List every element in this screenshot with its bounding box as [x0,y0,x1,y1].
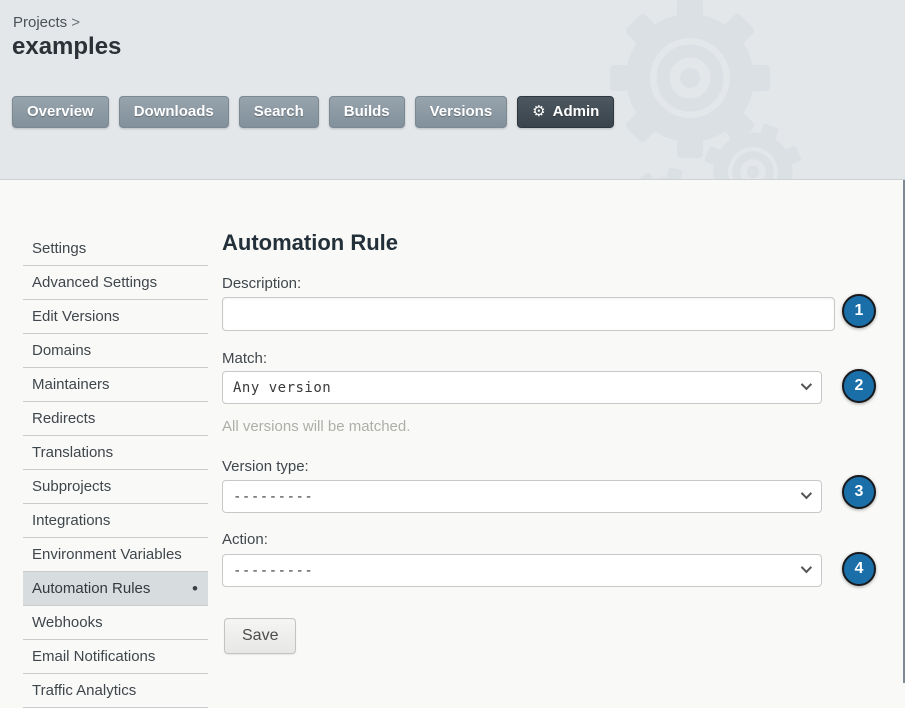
sidebar-item-email-notifications[interactable]: Email Notifications [23,640,208,674]
tab-admin[interactable]: ⚙ Admin [517,96,614,128]
sidebar-item-automation-rules[interactable]: Automation Rules • [23,572,208,606]
action-select[interactable]: --------- [222,554,822,587]
version-type-label: Version type: [222,458,309,475]
chevron-down-icon [801,562,812,573]
sidebar-item-webhooks[interactable]: Webhooks [23,606,208,640]
breadcrumb-projects-link[interactable]: Projects [13,14,67,31]
tab-downloads[interactable]: Downloads [119,96,229,128]
project-header: Projects> examples Overview Downloads Se… [0,0,905,180]
sidebar-item-redirects[interactable]: Redirects [23,402,208,436]
sidebar-item-integrations[interactable]: Integrations [23,504,208,538]
project-name-heading: examples [12,33,121,61]
gears-background-graphic [575,0,905,179]
sidebar-item-settings[interactable]: Settings [23,232,208,266]
sidebar-item-translations[interactable]: Translations [23,436,208,470]
tab-search[interactable]: Search [239,96,319,128]
annotation-badge-4: 4 [842,552,876,586]
tab-versions[interactable]: Versions [415,96,508,128]
sidebar-item-advanced-settings[interactable]: Advanced Settings [23,266,208,300]
sidebar-item-maintainers[interactable]: Maintainers [23,368,208,402]
tab-overview[interactable]: Overview [12,96,109,128]
version-type-select[interactable]: --------- [222,480,822,513]
save-button[interactable]: Save [224,618,296,654]
gear-icon: ⚙ [532,104,545,119]
sidebar-item-domains[interactable]: Domains [23,334,208,368]
action-label: Action: [222,531,268,548]
match-select[interactable]: Any version [222,371,822,404]
breadcrumb-separator: > [71,14,80,31]
match-help-text: All versions will be matched. [222,418,410,435]
sidebar-item-environment-variables[interactable]: Environment Variables [23,538,208,572]
annotation-badge-2: 2 [842,369,876,403]
admin-sidebar: Settings Advanced Settings Edit Versions… [23,232,208,708]
sidebar-item-subprojects[interactable]: Subprojects [23,470,208,504]
tab-admin-label: Admin [553,103,600,120]
active-item-bullet: • [192,580,198,597]
breadcrumb: Projects> [13,14,80,31]
chevron-down-icon [801,379,812,390]
description-label: Description: [222,275,301,292]
page-title: Automation Rule [222,230,398,256]
sidebar-item-edit-versions[interactable]: Edit Versions [23,300,208,334]
match-label: Match: [222,350,267,367]
annotation-badge-1: 1 [842,294,876,328]
chevron-down-icon [801,488,812,499]
project-nav-tabs: Overview Downloads Search Builds Version… [12,96,614,128]
annotation-badge-3: 3 [842,475,876,509]
sidebar-item-traffic-analytics[interactable]: Traffic Analytics [23,674,208,708]
tab-builds[interactable]: Builds [329,96,405,128]
description-input[interactable] [222,297,835,331]
